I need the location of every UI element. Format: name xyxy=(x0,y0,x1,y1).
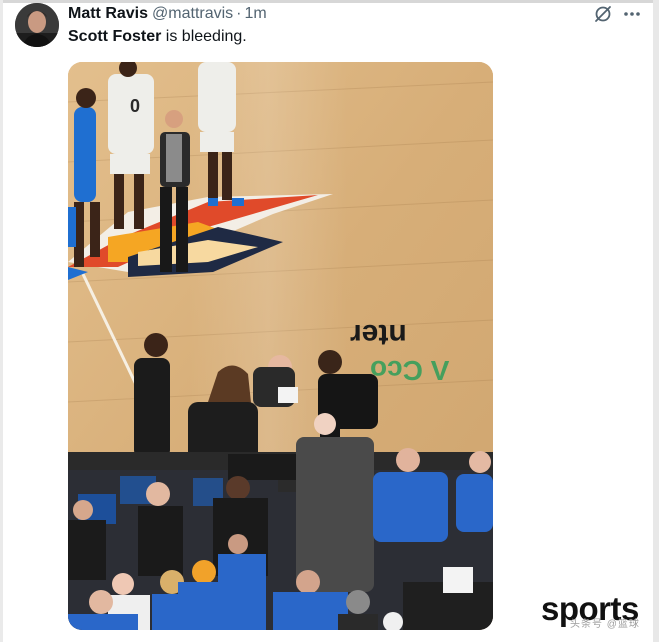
display-name[interactable]: Matt Ravis xyxy=(68,5,148,22)
grok-button[interactable] xyxy=(592,3,614,25)
frame-right-border xyxy=(653,0,659,642)
tweet-photo[interactable]: nter Λ Cco 0 xyxy=(68,62,493,630)
court-photo-illustration: nter Λ Cco 0 xyxy=(68,62,493,630)
more-icon xyxy=(624,12,640,16)
watermark-subtext: 头条号 @篮球 xyxy=(570,619,640,630)
tweet-header: Matt Ravis @mattravis · 1m xyxy=(68,4,267,24)
frame-left-border xyxy=(0,0,3,642)
tweet-text-rest: is bleeding. xyxy=(161,28,247,45)
avatar[interactable] xyxy=(15,3,59,47)
svg-text:0: 0 xyxy=(130,96,140,116)
tweet-screenshot: Matt Ravis @mattravis · 1m Scott Foster is … xyxy=(0,0,659,642)
court-lettering-dark: nter xyxy=(350,318,407,351)
tweet-text: Scott Foster is bleeding. xyxy=(68,27,247,47)
more-button[interactable] xyxy=(621,3,643,25)
tweet-timestamp[interactable]: 1m xyxy=(245,5,267,22)
user-handle[interactable]: @mattravis xyxy=(152,5,233,22)
tweet-mention: Scott Foster xyxy=(68,28,162,45)
frame-top-border xyxy=(0,0,659,3)
separator-dot: · xyxy=(236,5,242,22)
avatar-photo xyxy=(15,3,59,47)
court-lettering-green: Λ Cco xyxy=(370,355,449,386)
grok-icon xyxy=(595,6,611,22)
